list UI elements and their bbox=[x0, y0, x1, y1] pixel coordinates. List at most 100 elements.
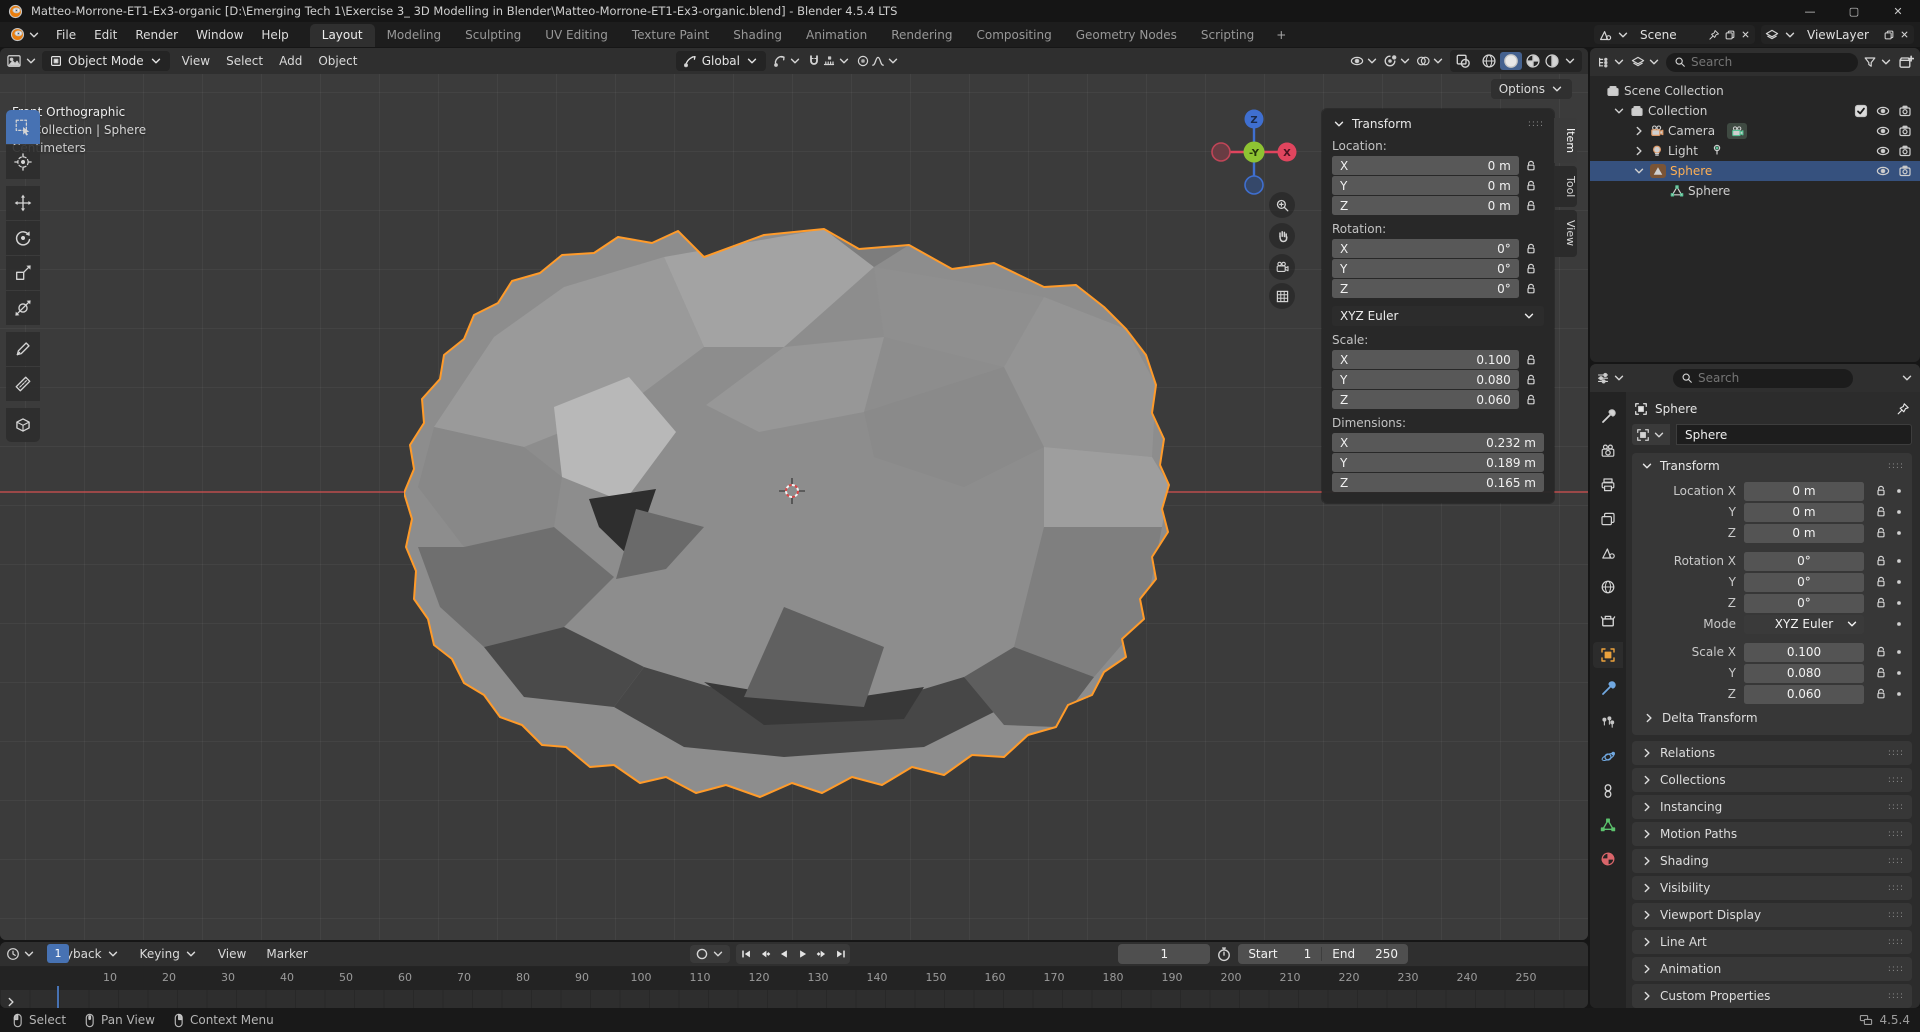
lock-icon[interactable] bbox=[1519, 242, 1544, 256]
tool-select-tweak[interactable] bbox=[6, 110, 40, 144]
workspace-tab[interactable]: Modeling bbox=[375, 24, 454, 47]
menubar-item[interactable]: Window bbox=[187, 25, 252, 45]
location-y-field[interactable]: 0 m bbox=[1744, 503, 1864, 522]
next-keyframe-button[interactable] bbox=[812, 944, 831, 964]
lock-icon[interactable] bbox=[1519, 199, 1544, 213]
outliner-row-camera[interactable]: Camera bbox=[1590, 121, 1920, 141]
xray-toggle-icon[interactable] bbox=[1455, 53, 1471, 69]
chevron-down-icon[interactable] bbox=[788, 54, 802, 68]
tab-scene-properties[interactable] bbox=[1593, 540, 1623, 566]
pivot-point-icon[interactable] bbox=[773, 54, 787, 68]
properties-section-header[interactable]: Relations :::: bbox=[1632, 741, 1912, 765]
overlays-toggle-icon[interactable] bbox=[1416, 54, 1430, 68]
outliner-scope[interactable] bbox=[1631, 55, 1661, 69]
viewlayer-name[interactable]: ViewLayer bbox=[1801, 28, 1879, 42]
scene-name[interactable]: Scene bbox=[1634, 28, 1704, 42]
filter-button[interactable] bbox=[1863, 55, 1893, 69]
chevron-down-icon[interactable] bbox=[1398, 54, 1412, 68]
copy-icon[interactable] bbox=[1883, 29, 1895, 41]
rotation-mode-dropdown[interactable]: XYZ Euler bbox=[1744, 615, 1864, 634]
pin-icon[interactable] bbox=[1708, 29, 1720, 41]
tool-move[interactable] bbox=[6, 186, 40, 220]
falloff-curve-icon[interactable] bbox=[871, 54, 885, 68]
shading-wireframe-icon[interactable] bbox=[1481, 53, 1497, 69]
tab-collection-properties[interactable] bbox=[1593, 608, 1623, 634]
pan-widget[interactable] bbox=[1269, 223, 1295, 249]
marker-menu[interactable]: Marker bbox=[258, 944, 315, 964]
viewport-menu-item[interactable]: Object bbox=[310, 51, 365, 71]
transform-panel-header[interactable]: Transform :::: bbox=[1332, 117, 1544, 131]
lock-icon[interactable] bbox=[1874, 484, 1888, 498]
lock-icon[interactable] bbox=[1874, 575, 1888, 589]
workspace-tab[interactable]: Layout bbox=[310, 24, 375, 47]
location-x-field[interactable]: 0 m bbox=[1744, 482, 1864, 501]
tab-viewlayer-properties[interactable] bbox=[1593, 506, 1623, 532]
animate-dot-icon[interactable] bbox=[1894, 577, 1904, 587]
outliner-search[interactable] bbox=[1666, 53, 1858, 72]
stopwatch-icon[interactable] bbox=[1216, 946, 1232, 962]
workspace-tab[interactable]: Animation bbox=[794, 24, 879, 47]
scale-y-field[interactable]: 0.080 bbox=[1744, 664, 1864, 683]
tool-rotate[interactable] bbox=[6, 221, 40, 255]
tab-output-properties[interactable] bbox=[1593, 472, 1623, 498]
new-collection-icon[interactable] bbox=[1898, 54, 1914, 70]
timeline-track[interactable] bbox=[0, 990, 1588, 1008]
lock-icon[interactable] bbox=[1874, 554, 1888, 568]
animate-dot-icon[interactable] bbox=[1894, 647, 1904, 657]
tool-measure[interactable] bbox=[6, 367, 40, 401]
dimensions-x-field[interactable]: X0.232 m bbox=[1332, 433, 1544, 452]
jump-to-start-button[interactable] bbox=[736, 944, 755, 964]
lock-icon[interactable] bbox=[1519, 262, 1544, 276]
chevron-down-icon[interactable] bbox=[1563, 54, 1577, 68]
chevron-down-icon[interactable] bbox=[1365, 54, 1379, 68]
outliner-row-scene-collection[interactable]: Scene Collection bbox=[1590, 81, 1920, 101]
camera-visibility-icon[interactable] bbox=[1898, 144, 1912, 158]
navigation-gizmo[interactable]: Z X -Y bbox=[1209, 107, 1299, 197]
chevron-down-icon[interactable] bbox=[711, 947, 725, 961]
tab-modifier-properties[interactable] bbox=[1593, 676, 1623, 702]
tool-transform[interactable] bbox=[6, 291, 40, 325]
rotation-x-field[interactable]: 0° bbox=[1744, 552, 1864, 571]
lock-icon[interactable] bbox=[1519, 179, 1544, 193]
location-z-field[interactable]: Z0 m bbox=[1332, 196, 1519, 215]
show-hide-eye-icon[interactable] bbox=[1350, 54, 1364, 68]
animate-dot-icon[interactable] bbox=[1894, 528, 1904, 538]
add-workspace-button[interactable]: + bbox=[1268, 25, 1294, 45]
expand-icon[interactable] bbox=[1632, 124, 1646, 138]
location-z-field[interactable]: 0 m bbox=[1744, 524, 1864, 543]
viewport-menu-item[interactable]: View bbox=[174, 51, 218, 71]
camera-visibility-icon[interactable] bbox=[1898, 164, 1912, 178]
panel-grip[interactable]: :::: bbox=[1528, 119, 1544, 129]
properties-section-header[interactable]: Line Art :::: bbox=[1632, 930, 1912, 954]
outliner-search-input[interactable] bbox=[1691, 55, 1850, 69]
lock-icon[interactable] bbox=[1519, 282, 1544, 296]
timeline-ruler[interactable]: 1020304050607080901001101201301401501601… bbox=[0, 967, 1588, 990]
previous-keyframe-button[interactable] bbox=[755, 944, 774, 964]
rotation-z-field[interactable]: Z0° bbox=[1332, 279, 1519, 298]
lock-icon[interactable] bbox=[1519, 159, 1544, 173]
magnet-snap-icon[interactable] bbox=[807, 54, 821, 68]
workspace-tab[interactable]: Scripting bbox=[1189, 24, 1266, 47]
rotation-x-field[interactable]: X0° bbox=[1332, 239, 1519, 258]
copy-icon[interactable] bbox=[1724, 29, 1736, 41]
workspace-tab[interactable]: Sculpting bbox=[453, 24, 533, 47]
workspace-tab[interactable]: UV Editing bbox=[533, 24, 620, 47]
properties-search-input[interactable] bbox=[1698, 371, 1845, 385]
playhead-line[interactable] bbox=[57, 986, 59, 1008]
chevron-down-icon[interactable] bbox=[1431, 54, 1445, 68]
chevron-down-icon[interactable] bbox=[1616, 28, 1630, 42]
rotation-z-field[interactable]: 0° bbox=[1744, 594, 1864, 613]
menubar-item[interactable]: File bbox=[47, 25, 85, 45]
current-frame-field[interactable]: 1 bbox=[1118, 944, 1210, 964]
current-frame-badge[interactable]: 1 bbox=[47, 944, 69, 963]
outliner-row-collection[interactable]: Collection bbox=[1590, 101, 1920, 121]
viewport-menu-item[interactable]: Select bbox=[218, 51, 271, 71]
menubar-item[interactable]: Render bbox=[126, 25, 187, 45]
perspective-toggle-widget[interactable] bbox=[1269, 283, 1295, 309]
channel-expand-icon[interactable] bbox=[4, 995, 18, 1008]
eye-icon[interactable] bbox=[1876, 124, 1890, 138]
tool-cursor[interactable] bbox=[6, 145, 40, 179]
scale-x-field[interactable]: 0.100 bbox=[1744, 643, 1864, 662]
properties-search[interactable] bbox=[1673, 369, 1853, 388]
properties-section-header[interactable]: Collections :::: bbox=[1632, 768, 1912, 792]
